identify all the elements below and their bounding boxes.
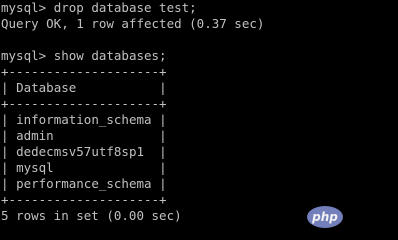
table-border-bottom: +--------------------+	[1, 192, 167, 207]
table-row: | information_schema |	[1, 112, 167, 127]
table-cell: mysql	[16, 160, 160, 175]
prompt: mysql>	[1, 48, 47, 63]
table-row: | dedecmsv57utf8sp1 |	[1, 144, 167, 159]
query-result-line: Query OK, 1 row affected (0.37 sec)	[1, 16, 265, 31]
command-text: show databases;	[53, 48, 167, 63]
result-table: +--------------------+ | Database | +---…	[1, 64, 398, 208]
table-header-cell: Database	[16, 80, 160, 95]
table-cell: performance_schema	[16, 176, 160, 191]
table-cell: information_schema	[16, 112, 160, 127]
show-command-line: mysql> show databases;	[1, 48, 398, 64]
terminal-window[interactable]: mysql> drop database test; Query OK, 1 r…	[0, 0, 398, 236]
table-border-top: +--------------------+	[1, 64, 167, 79]
table-border-mid: +--------------------+	[1, 96, 167, 111]
drop-command-line: mysql> drop database test;	[1, 0, 398, 16]
table-row: | performance_schema |	[1, 176, 167, 191]
table-cell: dedecmsv57utf8sp1	[16, 144, 160, 159]
table-body: | information_schema | | admin | | dedecms…	[1, 112, 398, 192]
table-row: | mysql |	[1, 160, 167, 175]
table-cell: admin	[16, 128, 160, 143]
table-row: | admin |	[1, 128, 167, 143]
command-text: drop database test;	[53, 0, 197, 15]
prompt: mysql>	[1, 0, 47, 15]
php-logo-watermark: php	[307, 206, 343, 228]
table-header-row: | Database |	[1, 80, 167, 95]
